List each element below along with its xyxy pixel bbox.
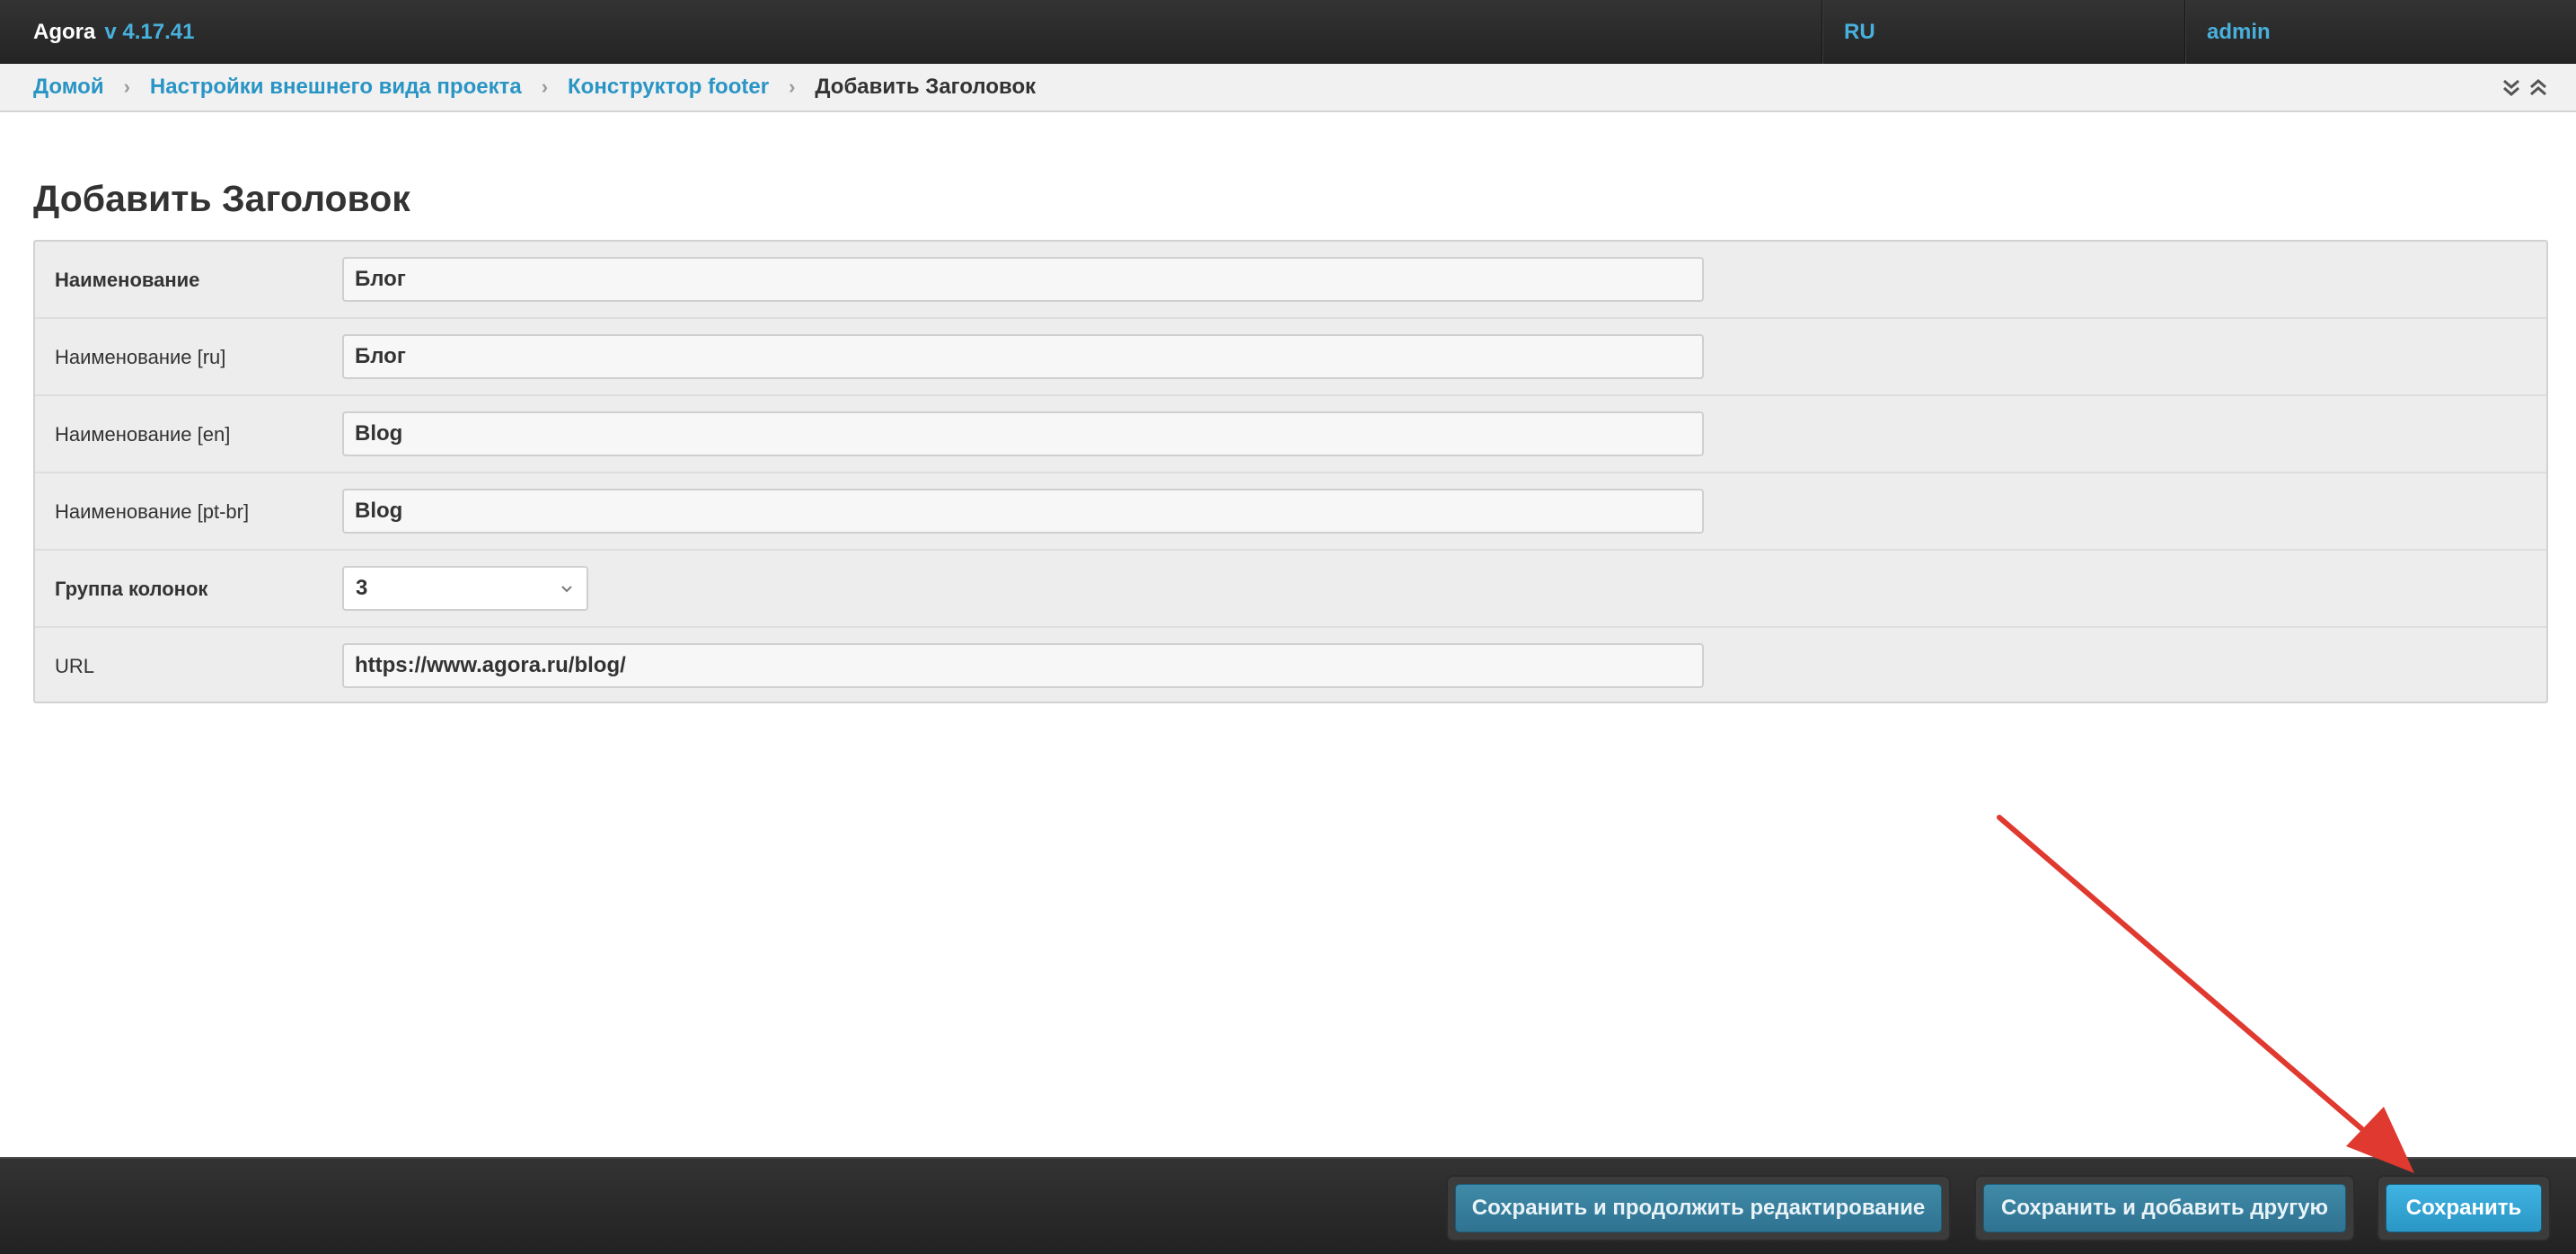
save-and-add-another-button[interactable]: Сохранить и добавить другую	[1983, 1184, 2346, 1232]
name-input[interactable]	[342, 257, 1704, 302]
name-en-input[interactable]	[342, 411, 1704, 456]
field-row-name-pt-br: Наименование [pt-br]	[35, 473, 2546, 551]
user-menu[interactable]: admin	[2184, 0, 2576, 64]
double-chevron-down-icon[interactable]	[2501, 77, 2522, 99]
name-ru-input[interactable]	[342, 334, 1704, 379]
save-button[interactable]: Сохранить	[2386, 1184, 2542, 1232]
field-label-name: Наименование	[55, 269, 200, 291]
double-chevron-up-icon[interactable]	[2527, 77, 2549, 99]
brand-name: Agora	[33, 19, 96, 44]
name-pt-br-input[interactable]	[342, 489, 1704, 534]
breadcrumb-current: Добавить Заголовок	[815, 75, 1037, 99]
field-label-url: URL	[55, 655, 95, 677]
breadcrumb-tools	[2501, 73, 2549, 103]
field-row-url: URL	[35, 628, 2546, 702]
version-label: v 4.17.41	[104, 19, 195, 44]
breadcrumb-separator-icon: ›	[123, 75, 130, 98]
brand[interactable]: Agora v 4.17.41	[33, 0, 194, 64]
column-group-value: 3	[356, 576, 368, 600]
breadcrumb: Домой › Настройки внешнего вида проекта …	[0, 64, 2576, 112]
save-and-continue-button[interactable]: Сохранить и продолжить редактирование	[1455, 1184, 1942, 1232]
field-row-name-en: Наименование [en]	[35, 396, 2546, 473]
breadcrumb-separator-icon: ›	[789, 75, 796, 98]
language-switcher[interactable]: RU	[1822, 0, 2184, 64]
breadcrumb-separator-icon: ›	[541, 75, 549, 98]
field-label-name-ru: Наименование [ru]	[55, 346, 226, 368]
field-label-name-en: Наименование [en]	[55, 423, 231, 446]
chevron-down-icon	[561, 586, 572, 593]
breadcrumb-home[interactable]: Домой	[33, 75, 104, 100]
field-label-column-group: Группа колонок	[55, 578, 208, 600]
breadcrumb-footer-builder[interactable]: Конструктор footer	[568, 75, 769, 100]
user-label: admin	[2207, 19, 2271, 44]
annotation-arrow-shaft	[1997, 815, 2385, 1149]
language-label: RU	[1844, 19, 1875, 44]
field-row-column-group: Группа колонок 3	[35, 551, 2546, 628]
page-title: Добавить Заголовок	[33, 178, 410, 219]
breadcrumb-appearance-settings[interactable]: Настройки внешнего вида проекта	[150, 75, 522, 100]
field-row-name-ru: Наименование [ru]	[35, 319, 2546, 396]
save-add-another-wrap: Сохранить и добавить другую	[1974, 1175, 2355, 1241]
submit-row: Сохранить и продолжить редактирование Со…	[0, 1157, 2576, 1254]
url-input[interactable]	[342, 643, 1704, 688]
column-group-select[interactable]: 3	[342, 566, 588, 611]
save-continue-wrap: Сохранить и продолжить редактирование	[1446, 1175, 1951, 1241]
add-heading-form: Наименование Наименование [ru] Наименова…	[33, 240, 2548, 703]
top-header: Agora v 4.17.41 RU admin	[0, 0, 2576, 64]
field-row-name: Наименование	[35, 242, 2546, 319]
field-label-name-pt-br: Наименование [pt-br]	[55, 500, 250, 523]
save-wrap: Сохранить	[2377, 1175, 2551, 1241]
